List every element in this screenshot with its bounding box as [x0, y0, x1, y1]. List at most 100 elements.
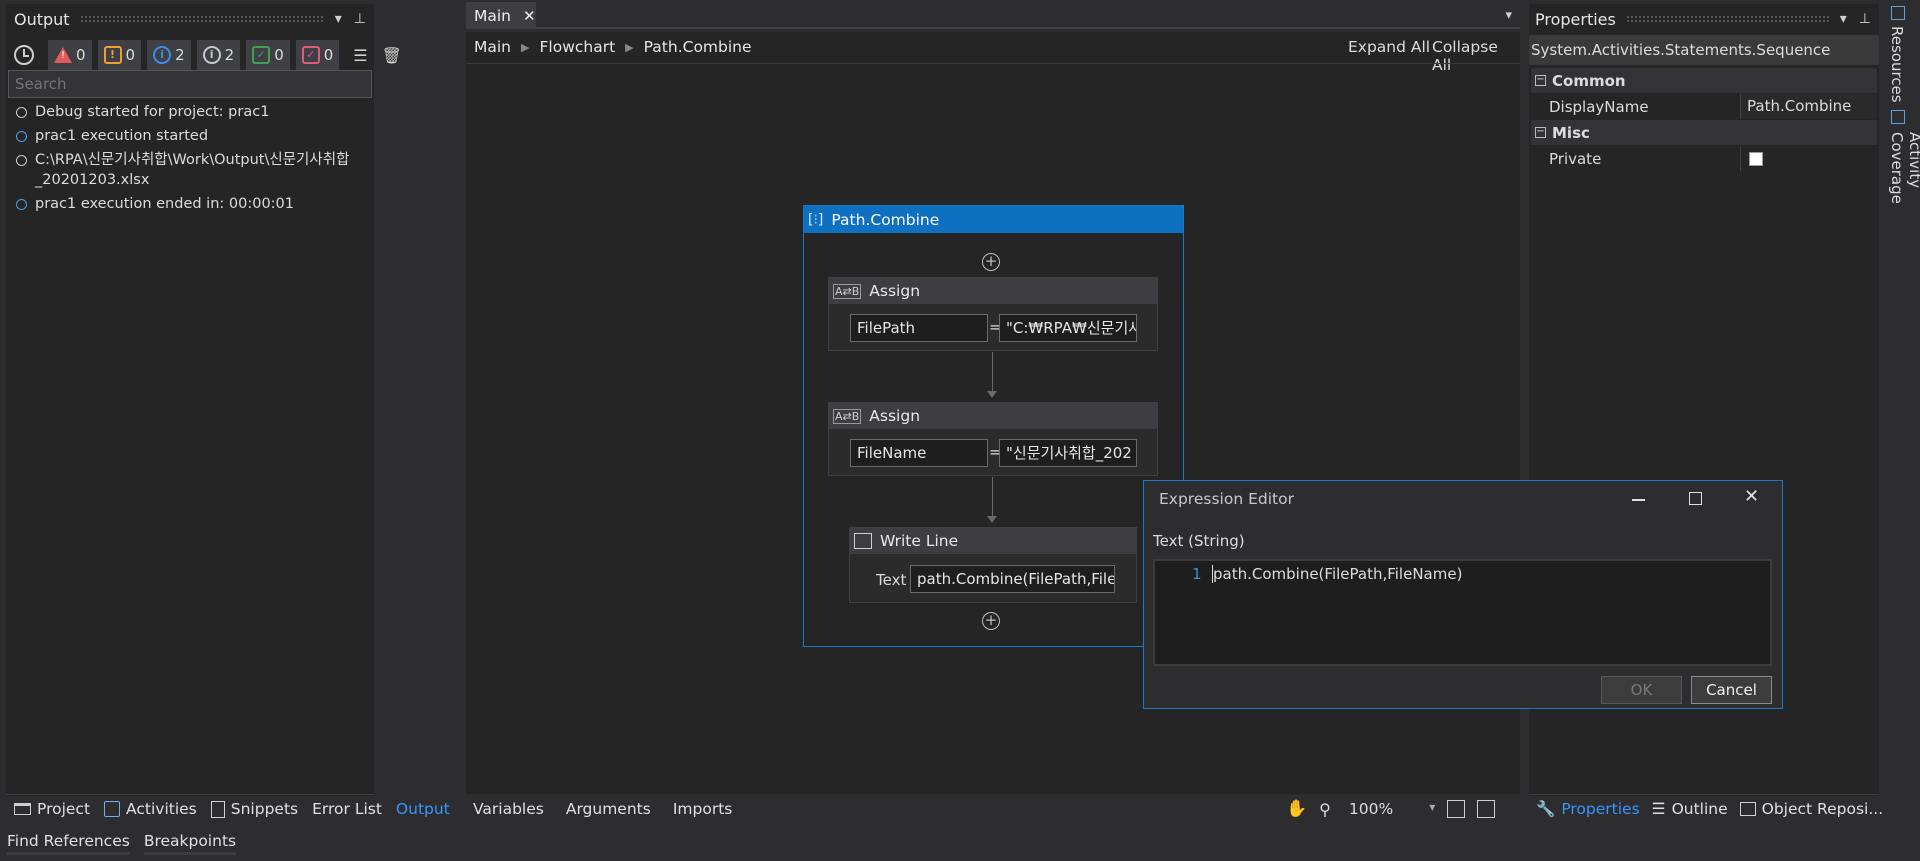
fit-screen-icon[interactable] — [1447, 800, 1466, 818]
fail-icon: ✓ — [301, 46, 320, 64]
add-activity-icon[interactable]: + — [982, 253, 1000, 271]
clock-icon[interactable] — [14, 45, 34, 65]
zoom-search-icon[interactable]: ⚲ — [1319, 800, 1331, 819]
info-filter-button[interactable]: i 2 — [147, 40, 191, 70]
error-filter-button[interactable]: ! 0 — [48, 40, 92, 70]
collapse-icon[interactable]: − — [1535, 75, 1546, 86]
properties-type: System.Activities.Statements.Sequence — [1529, 35, 1879, 65]
outline-icon: ☰ — [1651, 800, 1666, 818]
assign-value-field[interactable]: "C:₩RPA₩신문기사 — [999, 314, 1137, 342]
write-line-icon — [854, 533, 872, 549]
breadcrumb-item[interactable]: Path.Combine — [644, 38, 752, 56]
zoom-select[interactable]: 100% ▾ — [1349, 800, 1435, 818]
tab-snippets[interactable]: Snippets — [210, 800, 298, 818]
coverage-icon — [1891, 110, 1905, 124]
maximize-icon[interactable] — [1689, 492, 1702, 505]
log-info-icon — [16, 155, 27, 166]
trace-filter-button[interactable]: i 2 — [196, 40, 241, 70]
trash-icon[interactable]: 🗑 — [382, 46, 402, 65]
ok-button[interactable]: OK — [1601, 676, 1682, 704]
property-display-name: DisplayName Path.Combine — [1545, 94, 1877, 119]
chevron-down-icon: ▾ — [1429, 800, 1436, 814]
private-checkbox[interactable] — [1749, 151, 1763, 166]
side-tab-activity-coverage[interactable]: Activity Coverage — [1886, 108, 1920, 258]
assign-to-field[interactable]: FilePath — [850, 314, 988, 342]
log-line: Debug started for project: prac1 — [8, 100, 368, 124]
type-label: Text (String) — [1153, 532, 1245, 550]
log-line: prac1 execution ended in: 00:00:01 — [8, 192, 368, 216]
success-icon: ✓ — [252, 46, 271, 64]
close-icon[interactable]: ✕ — [523, 7, 536, 25]
log-info-icon — [16, 199, 27, 210]
assign-icon: A⇄B — [833, 283, 862, 299]
breadcrumb-item[interactable]: Flowchart — [539, 38, 615, 56]
write-line-text-label: Text — [876, 571, 907, 589]
status-tabs: Find References Breakpoints — [7, 830, 237, 856]
hand-icon[interactable]: ✋ — [1286, 799, 1307, 819]
tab-breakpoints[interactable]: Breakpoints — [143, 832, 237, 855]
tab-find-references[interactable]: Find References — [7, 832, 130, 855]
pin-icon[interactable]: ⊥ — [1859, 11, 1871, 27]
write-line-text-field[interactable]: path.Combine(FilePath,FileN — [910, 565, 1115, 593]
sequence-header[interactable]: [⁝] Path.Combine — [804, 206, 1183, 233]
category-common[interactable]: − Common — [1531, 68, 1877, 93]
expand-all-button[interactable]: Expand All — [1348, 38, 1430, 56]
zoom-controls: ✋ ⚲ 100% ▾ — [1286, 796, 1496, 822]
log-info-icon — [16, 107, 27, 118]
expression-editor-dialog: Expression Editor ✕ Text (String) 1 path… — [1143, 480, 1783, 709]
collapse-all-button[interactable]: Collapse All — [1432, 38, 1520, 74]
repository-icon — [1739, 802, 1756, 816]
properties-titlebar: Properties ▾ ⊥ — [1535, 4, 1879, 34]
tab-dropdown-icon[interactable]: ▾ — [1505, 8, 1512, 23]
right-bottom-tabs: 🔧 Properties ☰ Outline Object Reposi... — [1536, 796, 1883, 822]
tab-project[interactable]: Project — [14, 800, 90, 818]
dropdown-icon[interactable]: ▾ — [335, 11, 342, 27]
chevron-right-icon: ▶ — [521, 40, 530, 54]
overview-icon[interactable] — [1477, 800, 1496, 818]
assign-to-field[interactable]: FileName — [850, 439, 988, 467]
breadcrumb: Main ▶ Flowchart ▶ Path.Combine — [474, 38, 752, 56]
add-activity-icon[interactable]: + — [982, 612, 1000, 630]
tab-variables[interactable]: Variables — [473, 800, 544, 818]
dropdown-icon[interactable]: ▾ — [1840, 11, 1847, 27]
tab-imports[interactable]: Imports — [673, 800, 733, 818]
settings-list-icon[interactable]: ☰ — [353, 46, 367, 65]
trace-icon: i — [202, 46, 221, 64]
resources-icon — [1891, 6, 1905, 20]
side-tab-resources[interactable]: Resources — [1886, 4, 1910, 103]
cancel-button[interactable]: Cancel — [1691, 676, 1772, 704]
fail-filter-button[interactable]: ✓ 0 — [295, 40, 340, 70]
property-private: Private — [1545, 146, 1877, 171]
tab-activities[interactable]: Activities — [104, 800, 197, 818]
warning-filter-button[interactable]: ! 0 — [97, 40, 142, 70]
output-search-input[interactable] — [8, 70, 372, 98]
tab-arguments[interactable]: Arguments — [566, 800, 651, 818]
tab-outline[interactable]: ☰ Outline — [1652, 800, 1728, 818]
display-name-value[interactable]: Path.Combine — [1740, 94, 1877, 119]
error-icon: ! — [54, 47, 72, 63]
code-editor[interactable]: 1 path.Combine(FilePath,FileName) — [1153, 559, 1772, 666]
tab-output[interactable]: Output — [396, 800, 450, 818]
breadcrumb-item[interactable]: Main — [474, 38, 511, 56]
close-icon[interactable]: ✕ — [1744, 486, 1759, 507]
tab-properties[interactable]: 🔧 Properties — [1536, 800, 1640, 818]
output-title: Output — [14, 9, 70, 29]
category-misc[interactable]: − Misc — [1531, 120, 1877, 145]
designer-bottom-bar: Variables Arguments Imports — [473, 796, 732, 822]
success-filter-button[interactable]: ✓ 0 — [246, 40, 290, 70]
collapse-icon[interactable]: − — [1535, 127, 1546, 138]
log-line: C:\RPA\신문기사취합\Work\Output\신문기사취합 _2020120… — [8, 148, 368, 192]
minimize-icon[interactable] — [1632, 499, 1645, 501]
assign-value-field[interactable]: "신문기사취합_202 — [999, 439, 1137, 467]
output-titlebar: Output ▾ ⊥ — [14, 4, 374, 34]
code-text[interactable]: path.Combine(FilePath,FileName) — [1212, 565, 1462, 583]
warning-icon: ! — [103, 46, 122, 64]
pin-icon[interactable]: ⊥ — [354, 11, 366, 27]
tab-main[interactable]: Main ✕ — [466, 2, 536, 29]
log-line: prac1 execution started — [8, 124, 368, 148]
properties-title: Properties — [1535, 9, 1616, 29]
tab-error-list[interactable]: Error List — [312, 800, 382, 818]
log-info-icon — [16, 131, 27, 142]
tab-object-repository[interactable]: Object Reposi... — [1739, 800, 1883, 818]
wrench-icon: 🔧 — [1536, 800, 1556, 818]
